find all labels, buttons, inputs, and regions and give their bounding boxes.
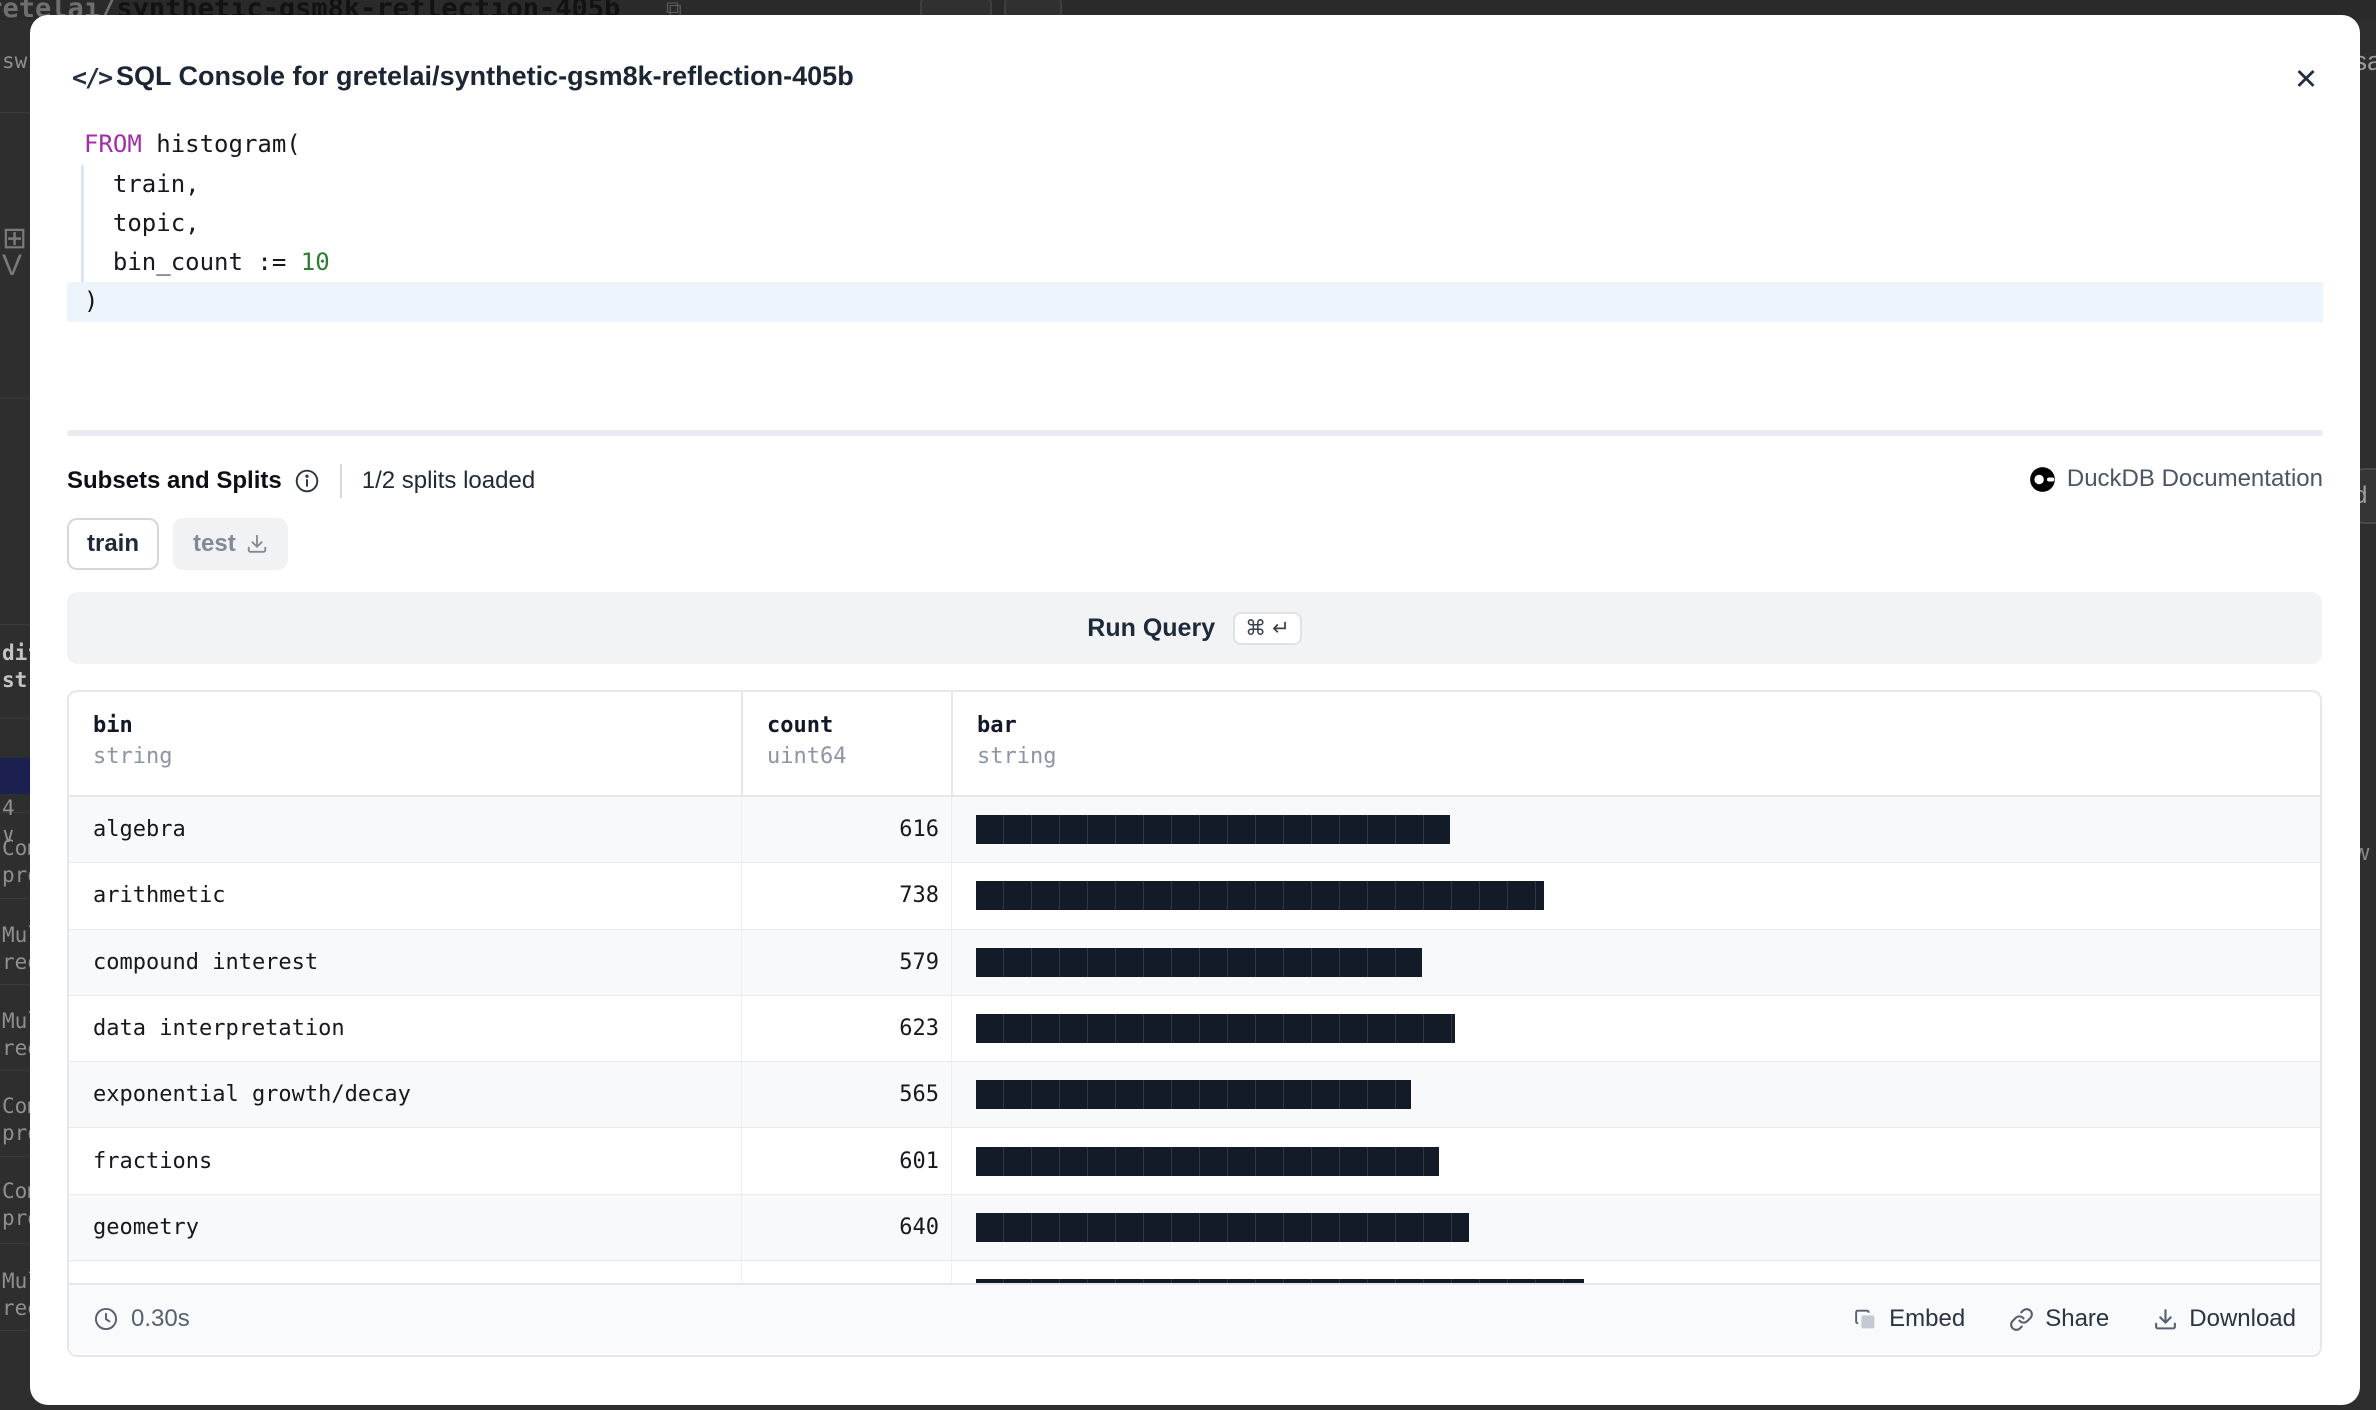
background-fragment: dif str	[2, 640, 30, 694]
splits-header-row: Subsets and Splits 1/2 splits loaded	[67, 462, 535, 500]
background-fragment: Mul req	[2, 922, 30, 976]
histogram-bar	[976, 1147, 1439, 1176]
table-row[interactable]: compound interest 579	[69, 930, 2320, 996]
table-row[interactable]: data interpretation 623	[69, 996, 2320, 1062]
background-fragment: Com pro	[2, 1093, 30, 1147]
table-header: bin string count uint64 bar string	[69, 692, 2320, 797]
background-left-column: sw ⊞ V dif str 4 ∨ Com pro Mul req Mul r…	[0, 0, 30, 1410]
histogram-bar	[976, 881, 1544, 910]
code-line-2[interactable]: train,	[84, 165, 200, 204]
duckdb-documentation-label: DuckDB Documentation	[2067, 465, 2323, 493]
splits-loaded-text: 1/2 splits loaded	[362, 467, 535, 495]
enter-key-icon: ↵	[1272, 616, 1290, 641]
histogram-bar	[976, 1014, 1455, 1043]
download-icon	[2153, 1307, 2178, 1332]
run-query-button[interactable]: Run Query ⌘↵	[67, 592, 2322, 664]
modal-header: </> SQL Console for gretelai/synthetic-g…	[30, 15, 2360, 115]
table-body[interactable]: algebra 616 arithmetic 738 compound inte…	[69, 797, 2320, 1283]
share-link-icon	[2009, 1307, 2034, 1332]
active-line-highlight	[67, 282, 2323, 322]
download-button[interactable]: Download	[2153, 1305, 2296, 1333]
cmd-key-icon: ⌘	[1245, 616, 1266, 641]
clock-icon	[93, 1306, 119, 1332]
table-row[interactable]: geometry 640	[69, 1195, 2320, 1261]
table-footer: 0.30s Embed Share Download	[69, 1283, 2320, 1353]
run-query-label: Run Query	[1087, 614, 1215, 643]
background-fragment: Mul req	[2, 1008, 30, 1062]
background-fragment: Com pro	[2, 1178, 30, 1232]
code-line-1[interactable]: FROM histogram(	[84, 125, 301, 164]
table-row[interactable]: algebra 616	[69, 797, 2320, 863]
download-split-icon	[246, 533, 268, 555]
column-header-bar[interactable]: bar string	[951, 692, 2320, 795]
sql-number-literal: 10	[301, 248, 330, 276]
background-fragment: sw	[2, 48, 27, 75]
histogram-bar	[976, 1213, 1469, 1242]
vertical-divider	[340, 464, 342, 498]
histogram-bar	[976, 1279, 1584, 1283]
code-line-3[interactable]: topic,	[84, 204, 200, 243]
split-button-test[interactable]: test	[173, 518, 288, 570]
histogram-bar	[976, 948, 1422, 977]
table-row[interactable]: arithmetic 738	[69, 863, 2320, 929]
footer-actions: Embed Share Download	[1853, 1305, 2296, 1333]
histogram-bar	[976, 815, 1450, 844]
column-header-count[interactable]: count uint64	[741, 692, 951, 795]
code-line-4[interactable]: bin_count := 10	[84, 243, 330, 282]
table-row[interactable]: exponential growth/decay 565	[69, 1062, 2320, 1128]
query-elapsed-time: 0.30s	[93, 1305, 190, 1333]
background-fragment: ⊞ V	[2, 225, 30, 279]
duckdb-logo-icon	[2029, 466, 2056, 493]
share-button[interactable]: Share	[2009, 1305, 2109, 1333]
background-fragment: Mul req	[2, 1268, 30, 1322]
histogram-bar	[976, 1080, 1411, 1109]
embed-button[interactable]: Embed	[1853, 1305, 1965, 1333]
code-icon: </>	[72, 63, 111, 92]
background-fragment: Com pro	[2, 835, 30, 889]
split-button-train[interactable]: train	[67, 518, 159, 570]
background-selected-row	[0, 758, 30, 794]
modal-title: SQL Console for gretelai/synthetic-gsm8k…	[116, 61, 854, 92]
results-table: bin string count uint64 bar string algeb…	[67, 690, 2322, 1357]
editor-resize-handle[interactable]	[67, 430, 2323, 436]
close-icon[interactable]: ✕	[2284, 57, 2328, 101]
duckdb-documentation-link[interactable]: DuckDB Documentation	[2029, 465, 2323, 493]
split-selector: train test	[67, 518, 288, 570]
table-row[interactable]: fractions 601	[69, 1128, 2320, 1194]
keyboard-shortcut-badge: ⌘↵	[1233, 612, 1302, 645]
embed-icon	[1853, 1307, 1878, 1332]
column-header-bin[interactable]: bin string	[69, 692, 741, 795]
splits-heading: Subsets and Splits	[67, 467, 282, 495]
sql-keyword: FROM	[84, 130, 142, 158]
sql-console-modal: </> SQL Console for gretelai/synthetic-g…	[30, 15, 2360, 1405]
code-line-5[interactable]: )	[84, 282, 98, 321]
info-icon[interactable]	[294, 468, 320, 494]
table-row-clipped[interactable]	[69, 1261, 2320, 1283]
